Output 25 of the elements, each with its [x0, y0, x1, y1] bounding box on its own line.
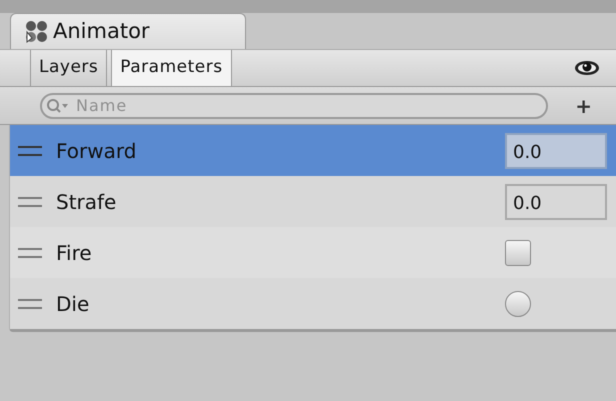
- window-title: Animator: [53, 18, 150, 45]
- checkbox[interactable]: [505, 240, 531, 266]
- drag-handle-icon[interactable]: [18, 298, 42, 308]
- search-field[interactable]: Name: [40, 92, 548, 118]
- value-field[interactable]: 0.0: [505, 132, 607, 168]
- parameter-name: Fire: [56, 240, 92, 266]
- animator-icon: [25, 20, 49, 44]
- search-icon[interactable]: [46, 98, 70, 114]
- window-tab[interactable]: Animator: [10, 13, 246, 49]
- eye-icon[interactable]: [574, 59, 600, 77]
- drag-handle-icon[interactable]: [18, 146, 42, 156]
- parameter-name: Die: [56, 290, 90, 318]
- add-button[interactable]: +: [571, 96, 596, 116]
- drag-handle-icon[interactable]: [18, 196, 42, 206]
- value-field[interactable]: 0.0: [505, 184, 607, 220]
- panel-tab[interactable]: Parameters: [111, 50, 232, 86]
- panel-tab[interactable]: Layers: [30, 50, 108, 86]
- parameter-row[interactable]: Fire: [10, 227, 616, 278]
- drag-handle-icon[interactable]: [18, 248, 42, 258]
- parameter-row[interactable]: Strafe 0.0: [10, 176, 616, 227]
- parameter-name: Strafe: [56, 188, 116, 216]
- parameter-row[interactable]: Forward 0.0: [10, 125, 616, 176]
- trigger-radio[interactable]: [505, 290, 531, 316]
- parameter-name: Forward: [56, 138, 136, 164]
- parameter-row[interactable]: Die: [10, 278, 616, 329]
